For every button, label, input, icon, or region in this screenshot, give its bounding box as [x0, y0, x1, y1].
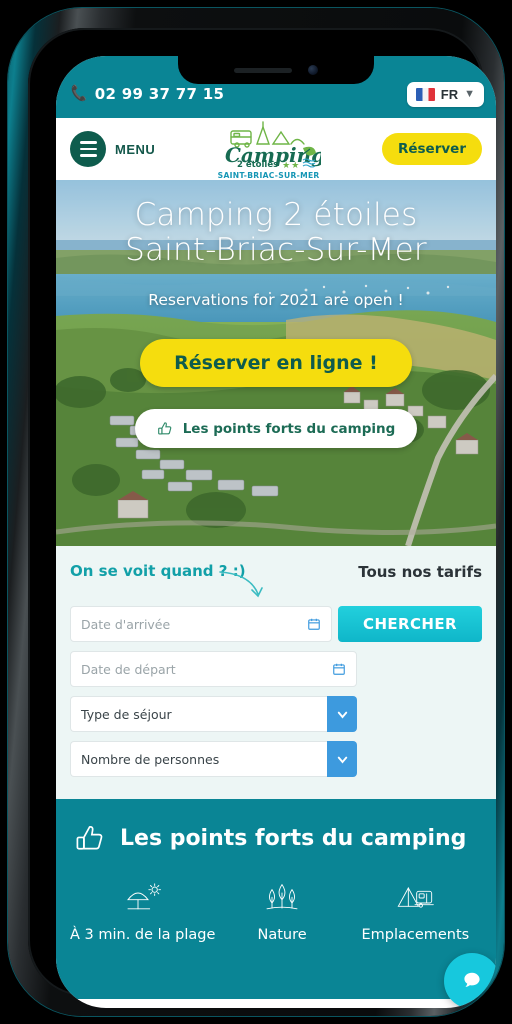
highlights-header: Les points forts du camping	[70, 821, 482, 855]
booking-header: On se voit quand ? :) Tous nos tarifs	[70, 562, 482, 600]
chevron-down-icon[interactable]	[327, 741, 357, 777]
highlight-item-pitches[interactable]: Emplacements	[349, 881, 482, 943]
persons-row: Nombre de personnes	[70, 741, 357, 777]
flag-fr-icon	[415, 87, 435, 101]
arrival-date-placeholder: Date d'arrivée	[81, 616, 171, 632]
website-viewport: 📞 02 99 37 77 15 FR ▼ MENU Camping 2 éto…	[56, 56, 496, 1008]
arrival-date-input[interactable]: Date d'arrivée	[70, 606, 332, 642]
phone-number-text: 02 99 37 77 15	[94, 85, 225, 103]
logo-location: SAINT-BRIAC-SUR-MER	[217, 171, 320, 181]
curved-arrow-down-icon	[218, 566, 286, 605]
calendar-icon[interactable]	[307, 617, 321, 631]
earpiece-speaker	[234, 67, 292, 73]
hero-highlights-button[interactable]: Les points forts du camping	[134, 409, 418, 449]
chevron-down-icon[interactable]	[327, 696, 357, 732]
phone-notch	[178, 56, 374, 84]
highlights-list: À 3 min. de la plage Nature Emplacements	[70, 881, 482, 943]
hero-highlights-label: Les points forts du camping	[182, 420, 396, 437]
stay-type-select[interactable]: Type de séjour	[70, 696, 327, 732]
hero-banner: Camping 2 étoiles Saint-Briac-Sur-Mer Re…	[56, 180, 496, 546]
calendar-icon[interactable]	[332, 662, 346, 676]
highlight-label-beach: À 3 min. de la plage	[70, 927, 216, 943]
hero-subtitle: Reservations for 2021 are open !	[148, 291, 404, 310]
hamburger-icon[interactable]	[70, 131, 106, 167]
menu-toggle[interactable]: MENU	[70, 131, 155, 167]
site-logo[interactable]: Camping 2 étoiles ★★ SAINT-BRIAC-SUR-MER	[217, 118, 321, 180]
language-label: FR	[440, 86, 459, 102]
thumbs-up-icon	[76, 826, 103, 850]
beach-parasol-icon	[126, 883, 161, 910]
hero-content: Camping 2 étoiles Saint-Briac-Sur-Mer Re…	[56, 180, 496, 546]
highlight-item-beach[interactable]: À 3 min. de la plage	[70, 881, 215, 943]
tent-caravan-icon	[397, 887, 435, 908]
stay-type-row: Type de séjour	[70, 696, 357, 732]
departure-row: Date de départ	[70, 651, 357, 687]
menu-label: MENU	[115, 141, 156, 157]
hero-title-line2: Saint-Briac-Sur-Mer	[125, 231, 427, 268]
hero-title: Camping 2 étoiles Saint-Briac-Sur-Mer	[125, 198, 427, 267]
phone-screen: 📞 02 99 37 77 15 FR ▼ MENU Camping 2 éto…	[56, 56, 496, 1008]
phone-frame: 📞 02 99 37 77 15 FR ▼ MENU Camping 2 éto…	[8, 8, 504, 1016]
site-header: MENU Camping 2 étoiles ★★ SAINT-BRIAC-SU…	[56, 118, 496, 180]
trees-icon	[266, 883, 298, 910]
front-camera	[308, 65, 318, 75]
chat-bubble-icon[interactable]	[444, 953, 496, 1008]
departure-date-placeholder: Date de départ	[81, 661, 176, 677]
highlight-item-nature[interactable]: Nature	[215, 881, 348, 943]
hero-title-line1: Camping 2 étoiles	[134, 197, 418, 233]
highlights-section: Les points forts du camping À 3 min. de …	[56, 799, 496, 1008]
logo-stars-icon: ★★	[282, 160, 301, 171]
highlights-title: Les points forts du camping	[120, 825, 467, 851]
reserve-button[interactable]: Réserver	[381, 133, 482, 165]
chevron-down-icon: ▼	[464, 88, 475, 100]
all-rates-link[interactable]: Tous nos tarifs	[358, 562, 482, 581]
hero-book-online-button[interactable]: Réserver en ligne !	[140, 339, 412, 388]
arrival-row: Date d'arrivée CHERCHER	[70, 606, 482, 642]
thumbs-up-icon	[157, 422, 172, 435]
language-switcher[interactable]: FR ▼	[406, 81, 484, 107]
chat-glyph-icon	[464, 972, 480, 987]
departure-date-input[interactable]: Date de départ	[70, 651, 357, 687]
phone-icon: 📞	[68, 84, 89, 104]
highlight-label-pitches: Emplacements	[361, 927, 470, 943]
phone-number-link[interactable]: 📞 02 99 37 77 15	[68, 84, 225, 104]
booking-search-section: On se voit quand ? :) Tous nos tarifs Da…	[56, 546, 496, 799]
highlight-label-nature: Nature	[257, 927, 307, 943]
search-button[interactable]: CHERCHER	[338, 606, 482, 642]
logo-stars-line: 2 étoiles	[236, 160, 279, 171]
persons-select[interactable]: Nombre de personnes	[70, 741, 327, 777]
phone-bezel: 📞 02 99 37 77 15 FR ▼ MENU Camping 2 éto…	[28, 28, 496, 1008]
